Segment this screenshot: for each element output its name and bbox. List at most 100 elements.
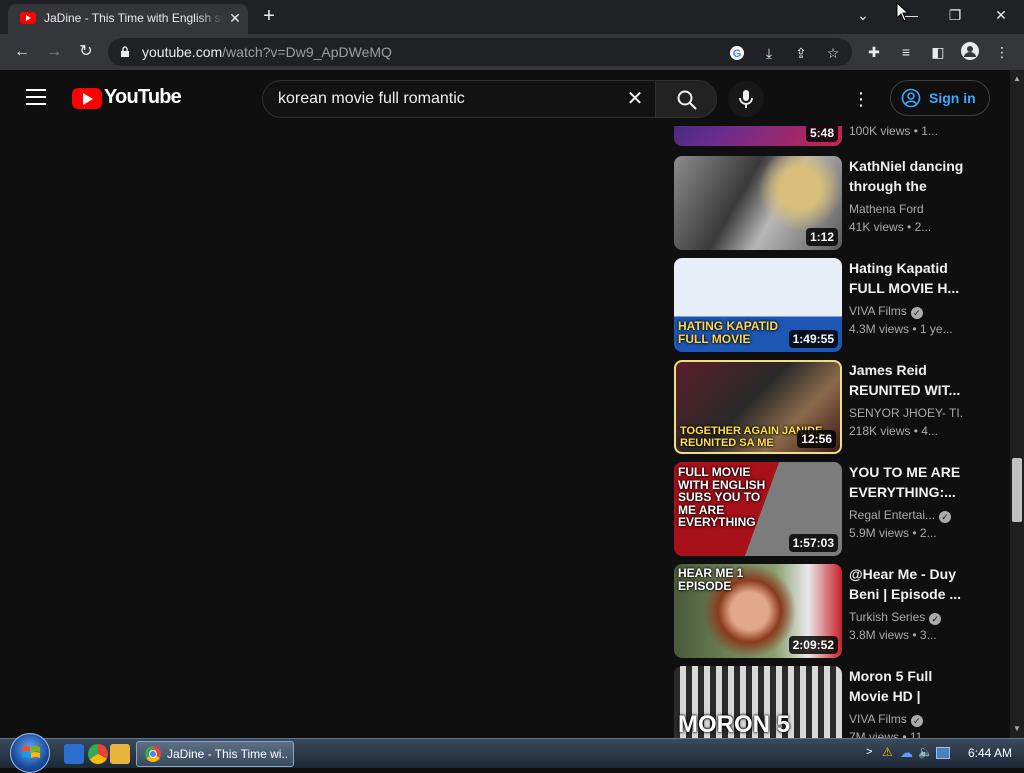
back-arrow-icon[interactable]: ← xyxy=(10,40,34,64)
reload-icon[interactable]: ↻ xyxy=(74,40,98,64)
list-item[interactable]: 5:48 100K views • 1... xyxy=(674,126,974,146)
video-thumbnail[interactable]: 5:48 xyxy=(674,126,842,146)
channel-name[interactable]: VIVA Films ✓ xyxy=(849,710,964,728)
browser-tab[interactable]: JaDine - This Time with English subtitle… xyxy=(8,4,248,34)
tab-close-icon[interactable]: ✕ xyxy=(226,9,244,27)
volume-icon[interactable]: 🔈 xyxy=(918,745,933,759)
taskbar-window-title: JaDine - This Time wi... xyxy=(167,747,289,761)
clear-search-icon[interactable]: ✕ xyxy=(625,89,645,109)
search-box[interactable]: ✕ xyxy=(262,80,656,118)
search-input[interactable] xyxy=(278,89,608,109)
list-item[interactable]: FULL MOVIE WITH ENGLISH SUBS YOU TO ME A… xyxy=(674,462,974,556)
duration-badge: 1:57:03 xyxy=(788,534,838,552)
show-hidden-icons-icon[interactable]: > xyxy=(866,746,872,758)
channel-name[interactable]: SENYOR JHOEY- TI... xyxy=(849,404,964,422)
bookmark-star-icon[interactable]: ☆ xyxy=(824,44,842,62)
thumbnail-overlay-text: HEAR ME 1 EPISODE xyxy=(678,566,744,593)
hamburger-menu-icon[interactable] xyxy=(26,89,46,105)
extensions-puzzle-icon[interactable]: ✚ xyxy=(864,42,884,62)
share-icon[interactable]: ⇪ xyxy=(792,44,810,62)
side-panel-icon[interactable]: ◧ xyxy=(928,42,948,62)
search-button[interactable] xyxy=(655,80,717,118)
youtube-header: YouTube ✕ ⋮ Sign in xyxy=(0,70,1010,126)
thumbnail-overlay-text: HATING KAPATID FULL MOVIE xyxy=(678,319,778,346)
tab-title: JaDine - This Time with English subtitle… xyxy=(44,11,224,25)
video-thumbnail[interactable]: TOGETHER AGAIN JANIDE REUNITED SA ME 12:… xyxy=(674,360,842,454)
address-bar[interactable]: youtube.com/watch?v=Dw9_ApDWeMQ G ⤓ ⇪ ☆ xyxy=(108,38,852,66)
video-title[interactable]: KathNiel dancing through the yea... xyxy=(849,156,964,196)
warning-icon[interactable]: ⚠ xyxy=(882,745,893,759)
outlook-icon[interactable] xyxy=(64,744,84,764)
scrollbar-thumb[interactable] xyxy=(1012,458,1022,522)
install-icon[interactable]: ⤓ xyxy=(760,44,778,62)
media-playlist-icon[interactable]: ≡ xyxy=(896,42,916,62)
video-thumbnail[interactable]: HEAR ME 1 EPISODE 2:09:52 xyxy=(674,564,842,658)
video-thumbnail[interactable]: HATING KAPATID FULL MOVIE 1:49:55 xyxy=(674,258,842,352)
channel-name[interactable]: Mathena Ford xyxy=(849,200,964,218)
svg-text:G: G xyxy=(733,48,742,60)
list-item[interactable]: TOGETHER AGAIN JANIDE REUNITED SA ME 12:… xyxy=(674,360,974,454)
search-icon xyxy=(677,90,697,110)
video-views: 5.9M views • 2... xyxy=(849,526,937,540)
tab-search-chevron-icon[interactable]: ⌄ xyxy=(848,4,878,26)
verified-check-icon: ✓ xyxy=(910,307,923,319)
verified-check-icon: ✓ xyxy=(929,613,942,625)
youtube-favicon-icon xyxy=(20,12,36,24)
taskbar-clock[interactable]: 6:44 AM xyxy=(968,746,1012,760)
channel-name[interactable]: Regal Entertai... ✓ xyxy=(849,506,964,524)
duration-badge: 1:12 xyxy=(805,228,838,246)
scroll-up-arrow-icon[interactable]: ▲ xyxy=(1012,74,1022,84)
video-title[interactable]: James Reid REUNITED WIT... xyxy=(849,360,964,400)
duration-badge: 5:48 xyxy=(805,126,838,142)
profile-icon[interactable] xyxy=(960,42,980,62)
browser-toolbar: ← → ↻ youtube.com/watch?v=Dw9_ApDWeMQ G … xyxy=(0,34,1024,70)
voice-search-button[interactable] xyxy=(728,81,764,117)
video-thumbnail[interactable]: FULL MOVIE WITH ENGLISH SUBS YOU TO ME A… xyxy=(674,462,842,556)
duration-badge: 2:09:52 xyxy=(788,636,838,654)
channel-name[interactable]: Turkish Series ✓ xyxy=(849,608,964,626)
forward-arrow-icon[interactable]: → xyxy=(42,40,66,64)
list-item[interactable]: MORON 5 Moron 5 Full Movie HD | Billy...… xyxy=(674,666,974,738)
chrome-icon[interactable] xyxy=(88,744,108,764)
video-title[interactable]: Moron 5 Full Movie HD | Billy... xyxy=(849,666,964,706)
google-lens-icon[interactable]: G xyxy=(728,44,746,62)
video-title[interactable]: Hating Kapatid FULL MOVIE H... xyxy=(849,258,964,298)
youtube-logo-icon[interactable] xyxy=(72,88,102,109)
duration-badge: 1:49:55 xyxy=(788,330,838,348)
video-thumbnail[interactable]: 1:12 xyxy=(674,156,842,250)
list-item[interactable]: HEAR ME 1 EPISODE 2:09:52 @Hear Me - Duy… xyxy=(674,564,974,658)
restore-button[interactable]: ❐ xyxy=(940,4,970,26)
taskbar-chrome-window[interactable]: JaDine - This Time wi... xyxy=(136,741,294,767)
channel-name[interactable]: VIVA Films ✓ xyxy=(849,302,964,320)
close-window-button[interactable]: ✕ xyxy=(986,4,1016,26)
sign-in-label: Sign in xyxy=(929,90,976,106)
verified-check-icon: ✓ xyxy=(939,511,952,523)
windows-logo-icon xyxy=(22,746,40,758)
url-text: youtube.com/watch?v=Dw9_ApDWeMQ xyxy=(142,44,392,60)
video-title[interactable]: YOU TO ME ARE EVERYTHING:... xyxy=(849,462,964,502)
recommendations-list: 5:48 100K views • 1... 1:12 KathNiel dan… xyxy=(674,126,1010,738)
file-explorer-icon[interactable] xyxy=(110,744,130,764)
chrome-menu-icon[interactable]: ⋮ xyxy=(992,42,1012,62)
microphone-icon xyxy=(739,90,753,108)
duration-badge: 12:56 xyxy=(797,430,836,448)
new-tab-button[interactable]: + xyxy=(258,6,280,28)
language-icon[interactable] xyxy=(936,747,950,759)
lock-icon xyxy=(121,46,129,57)
youtube-logo-text[interactable]: YouTube xyxy=(104,86,182,109)
verified-check-icon: ✓ xyxy=(910,715,923,727)
video-views: 100K views • 1... xyxy=(849,126,938,138)
list-item[interactable]: 1:12 KathNiel dancing through the yea...… xyxy=(674,156,974,250)
start-button[interactable] xyxy=(10,733,50,773)
video-thumbnail[interactable]: MORON 5 xyxy=(674,666,842,738)
browser-tab-strip: JaDine - This Time with English subtitle… xyxy=(0,0,1024,34)
network-icon[interactable]: ☁ xyxy=(900,745,913,761)
list-item[interactable]: HATING KAPATID FULL MOVIE 1:49:55 Hating… xyxy=(674,258,974,352)
settings-menu-icon[interactable]: ⋮ xyxy=(852,88,870,110)
video-views: 218K views • 4... xyxy=(849,424,938,438)
sign-in-button[interactable]: Sign in xyxy=(890,80,990,116)
video-title[interactable]: @Hear Me - Duy Beni | Episode ... xyxy=(849,564,964,604)
page-scrollbar[interactable]: ▲ ▼ xyxy=(1010,70,1024,738)
scroll-down-arrow-icon[interactable]: ▼ xyxy=(1012,724,1022,734)
video-views: 3.8M views • 3... xyxy=(849,628,937,642)
